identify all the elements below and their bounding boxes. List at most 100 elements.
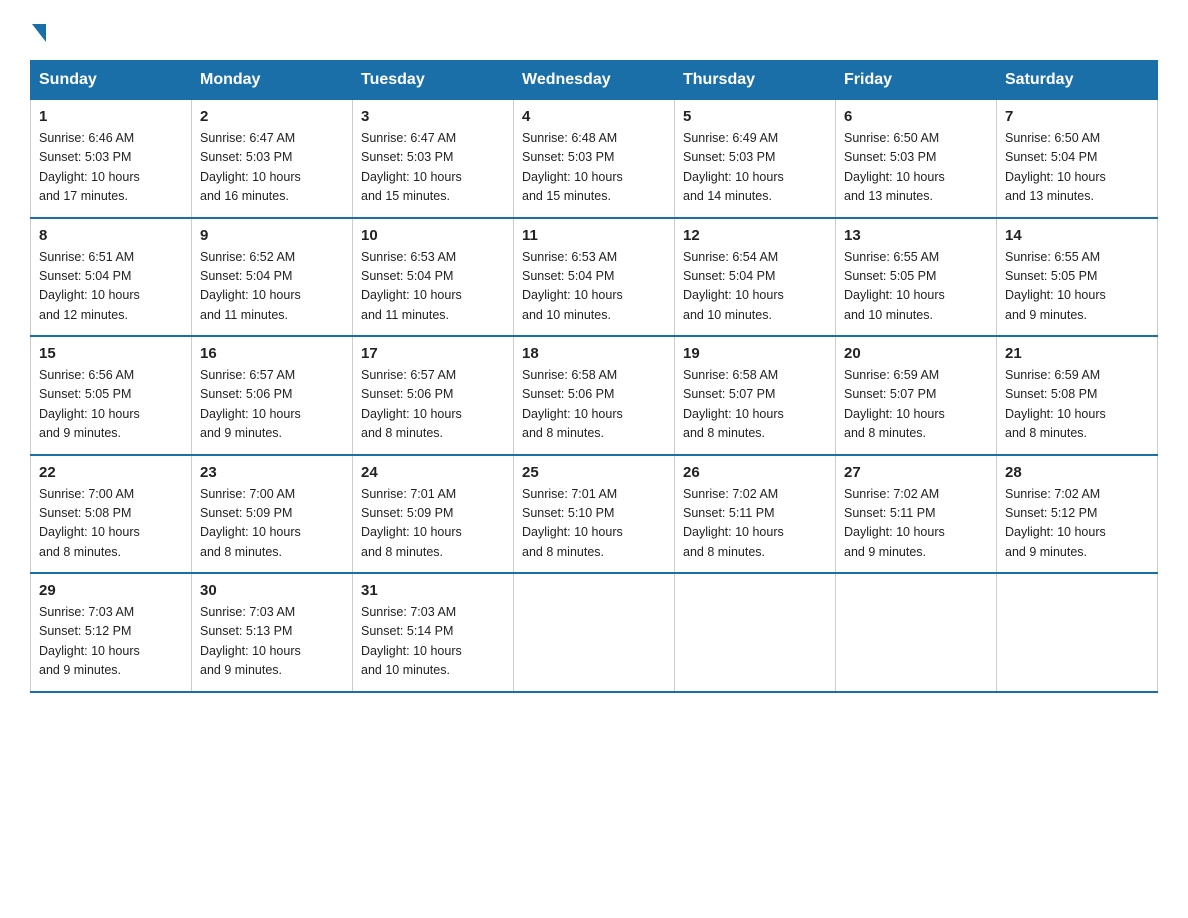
day-info: Sunrise: 7:00 AMSunset: 5:08 PMDaylight:… bbox=[39, 485, 183, 563]
calendar-cell: 16Sunrise: 6:57 AMSunset: 5:06 PMDayligh… bbox=[192, 336, 353, 455]
day-number: 28 bbox=[1005, 464, 1149, 481]
day-number: 14 bbox=[1005, 227, 1149, 244]
day-info: Sunrise: 7:01 AMSunset: 5:09 PMDaylight:… bbox=[361, 485, 505, 563]
day-number: 29 bbox=[39, 582, 183, 599]
calendar-cell: 11 Sunrise: 6:53 AMSunset: 5:04 PMDayligh… bbox=[514, 218, 675, 337]
day-number: 22 bbox=[39, 464, 183, 481]
day-info: Sunrise: 6:53 AMSunset: 5:04 PMDaylight:… bbox=[361, 248, 505, 326]
day-info: Sunrise: 6:53 AMSunset: 5:04 PMDaylight:… bbox=[522, 248, 666, 326]
day-number: 11 bbox=[522, 227, 666, 244]
calendar-cell: 8Sunrise: 6:51 AMSunset: 5:04 PMDaylight… bbox=[31, 218, 192, 337]
logo-arrow bbox=[32, 24, 46, 40]
day-info: Sunrise: 7:03 AMSunset: 5:12 PMDaylight:… bbox=[39, 603, 183, 681]
page-header bbox=[30, 24, 1158, 40]
day-number: 12 bbox=[683, 227, 827, 244]
calendar-cell: 18Sunrise: 6:58 AMSunset: 5:06 PMDayligh… bbox=[514, 336, 675, 455]
calendar-cell: 28 Sunrise: 7:02 AMSunset: 5:12 PMDayligh… bbox=[997, 455, 1158, 574]
day-number: 9 bbox=[200, 227, 344, 244]
calendar-cell: 6 Sunrise: 6:50 AMSunset: 5:03 PMDaylight… bbox=[836, 100, 997, 218]
column-header-friday: Friday bbox=[836, 61, 997, 100]
day-number: 21 bbox=[1005, 345, 1149, 362]
calendar-cell: 22 Sunrise: 7:00 AMSunset: 5:08 PMDayligh… bbox=[31, 455, 192, 574]
day-info: Sunrise: 7:03 AMSunset: 5:13 PMDaylight:… bbox=[200, 603, 344, 681]
calendar-cell: 7 Sunrise: 6:50 AMSunset: 5:04 PMDaylight… bbox=[997, 100, 1158, 218]
day-info: Sunrise: 6:49 AMSunset: 5:03 PMDaylight:… bbox=[683, 129, 827, 207]
calendar-cell: 14 Sunrise: 6:55 AMSunset: 5:05 PMDayligh… bbox=[997, 218, 1158, 337]
day-info: Sunrise: 7:03 AMSunset: 5:14 PMDaylight:… bbox=[361, 603, 505, 681]
calendar-cell: 9Sunrise: 6:52 AMSunset: 5:04 PMDaylight… bbox=[192, 218, 353, 337]
day-number: 24 bbox=[361, 464, 505, 481]
calendar-cell: 21 Sunrise: 6:59 AMSunset: 5:08 PMDayligh… bbox=[997, 336, 1158, 455]
day-info: Sunrise: 6:48 AMSunset: 5:03 PMDaylight:… bbox=[522, 129, 666, 207]
calendar-cell bbox=[997, 573, 1158, 692]
day-info: Sunrise: 6:47 AMSunset: 5:03 PMDaylight:… bbox=[361, 129, 505, 207]
calendar-table: SundayMondayTuesdayWednesdayThursdayFrid… bbox=[30, 60, 1158, 693]
calendar-cell: 17 Sunrise: 6:57 AMSunset: 5:06 PMDayligh… bbox=[353, 336, 514, 455]
calendar-cell: 1 Sunrise: 6:46 AMSunset: 5:03 PMDaylight… bbox=[31, 100, 192, 218]
calendar-week-row: 15Sunrise: 6:56 AMSunset: 5:05 PMDayligh… bbox=[31, 336, 1158, 455]
calendar-cell bbox=[514, 573, 675, 692]
day-number: 23 bbox=[200, 464, 344, 481]
column-header-sunday: Sunday bbox=[31, 61, 192, 100]
day-number: 7 bbox=[1005, 108, 1149, 125]
calendar-cell: 10 Sunrise: 6:53 AMSunset: 5:04 PMDayligh… bbox=[353, 218, 514, 337]
day-info: Sunrise: 6:58 AMSunset: 5:06 PMDaylight:… bbox=[522, 366, 666, 444]
day-info: Sunrise: 7:01 AMSunset: 5:10 PMDaylight:… bbox=[522, 485, 666, 563]
day-info: Sunrise: 6:57 AMSunset: 5:06 PMDaylight:… bbox=[361, 366, 505, 444]
column-header-thursday: Thursday bbox=[675, 61, 836, 100]
calendar-cell: 4 Sunrise: 6:48 AMSunset: 5:03 PMDaylight… bbox=[514, 100, 675, 218]
day-number: 30 bbox=[200, 582, 344, 599]
day-info: Sunrise: 6:47 AMSunset: 5:03 PMDaylight:… bbox=[200, 129, 344, 207]
day-info: Sunrise: 6:56 AMSunset: 5:05 PMDaylight:… bbox=[39, 366, 183, 444]
day-info: Sunrise: 6:59 AMSunset: 5:08 PMDaylight:… bbox=[1005, 366, 1149, 444]
logo bbox=[30, 24, 46, 40]
calendar-cell bbox=[836, 573, 997, 692]
calendar-cell: 24 Sunrise: 7:01 AMSunset: 5:09 PMDayligh… bbox=[353, 455, 514, 574]
calendar-cell: 31 Sunrise: 7:03 AMSunset: 5:14 PMDayligh… bbox=[353, 573, 514, 692]
calendar-cell: 30 Sunrise: 7:03 AMSunset: 5:13 PMDayligh… bbox=[192, 573, 353, 692]
calendar-cell: 19 Sunrise: 6:58 AMSunset: 5:07 PMDayligh… bbox=[675, 336, 836, 455]
column-header-wednesday: Wednesday bbox=[514, 61, 675, 100]
day-info: Sunrise: 6:46 AMSunset: 5:03 PMDaylight:… bbox=[39, 129, 183, 207]
logo-arrow-shape bbox=[32, 24, 46, 42]
calendar-cell: 2 Sunrise: 6:47 AMSunset: 5:03 PMDaylight… bbox=[192, 100, 353, 218]
day-number: 19 bbox=[683, 345, 827, 362]
day-number: 6 bbox=[844, 108, 988, 125]
calendar-week-row: 1 Sunrise: 6:46 AMSunset: 5:03 PMDaylight… bbox=[31, 100, 1158, 218]
day-info: Sunrise: 6:50 AMSunset: 5:04 PMDaylight:… bbox=[1005, 129, 1149, 207]
column-header-monday: Monday bbox=[192, 61, 353, 100]
day-number: 25 bbox=[522, 464, 666, 481]
day-info: Sunrise: 7:02 AMSunset: 5:11 PMDaylight:… bbox=[683, 485, 827, 563]
calendar-cell: 25 Sunrise: 7:01 AMSunset: 5:10 PMDayligh… bbox=[514, 455, 675, 574]
day-info: Sunrise: 6:55 AMSunset: 5:05 PMDaylight:… bbox=[844, 248, 988, 326]
calendar-cell: 20 Sunrise: 6:59 AMSunset: 5:07 PMDayligh… bbox=[836, 336, 997, 455]
day-info: Sunrise: 6:50 AMSunset: 5:03 PMDaylight:… bbox=[844, 129, 988, 207]
calendar-cell: 23 Sunrise: 7:00 AMSunset: 5:09 PMDayligh… bbox=[192, 455, 353, 574]
day-number: 26 bbox=[683, 464, 827, 481]
day-info: Sunrise: 7:02 AMSunset: 5:12 PMDaylight:… bbox=[1005, 485, 1149, 563]
day-number: 2 bbox=[200, 108, 344, 125]
day-number: 5 bbox=[683, 108, 827, 125]
calendar-cell: 3Sunrise: 6:47 AMSunset: 5:03 PMDaylight… bbox=[353, 100, 514, 218]
calendar-week-row: 8Sunrise: 6:51 AMSunset: 5:04 PMDaylight… bbox=[31, 218, 1158, 337]
day-info: Sunrise: 6:59 AMSunset: 5:07 PMDaylight:… bbox=[844, 366, 988, 444]
day-info: Sunrise: 6:51 AMSunset: 5:04 PMDaylight:… bbox=[39, 248, 183, 326]
calendar-week-row: 22 Sunrise: 7:00 AMSunset: 5:08 PMDayligh… bbox=[31, 455, 1158, 574]
day-info: Sunrise: 6:58 AMSunset: 5:07 PMDaylight:… bbox=[683, 366, 827, 444]
column-header-saturday: Saturday bbox=[997, 61, 1158, 100]
day-number: 4 bbox=[522, 108, 666, 125]
day-number: 31 bbox=[361, 582, 505, 599]
day-info: Sunrise: 6:55 AMSunset: 5:05 PMDaylight:… bbox=[1005, 248, 1149, 326]
day-number: 20 bbox=[844, 345, 988, 362]
calendar-cell bbox=[675, 573, 836, 692]
day-number: 10 bbox=[361, 227, 505, 244]
calendar-cell: 26 Sunrise: 7:02 AMSunset: 5:11 PMDayligh… bbox=[675, 455, 836, 574]
calendar-cell: 27Sunrise: 7:02 AMSunset: 5:11 PMDayligh… bbox=[836, 455, 997, 574]
day-number: 17 bbox=[361, 345, 505, 362]
calendar-cell: 12Sunrise: 6:54 AMSunset: 5:04 PMDayligh… bbox=[675, 218, 836, 337]
day-info: Sunrise: 6:57 AMSunset: 5:06 PMDaylight:… bbox=[200, 366, 344, 444]
calendar-week-row: 29 Sunrise: 7:03 AMSunset: 5:12 PMDayligh… bbox=[31, 573, 1158, 692]
day-info: Sunrise: 7:00 AMSunset: 5:09 PMDaylight:… bbox=[200, 485, 344, 563]
day-number: 27 bbox=[844, 464, 988, 481]
day-number: 1 bbox=[39, 108, 183, 125]
